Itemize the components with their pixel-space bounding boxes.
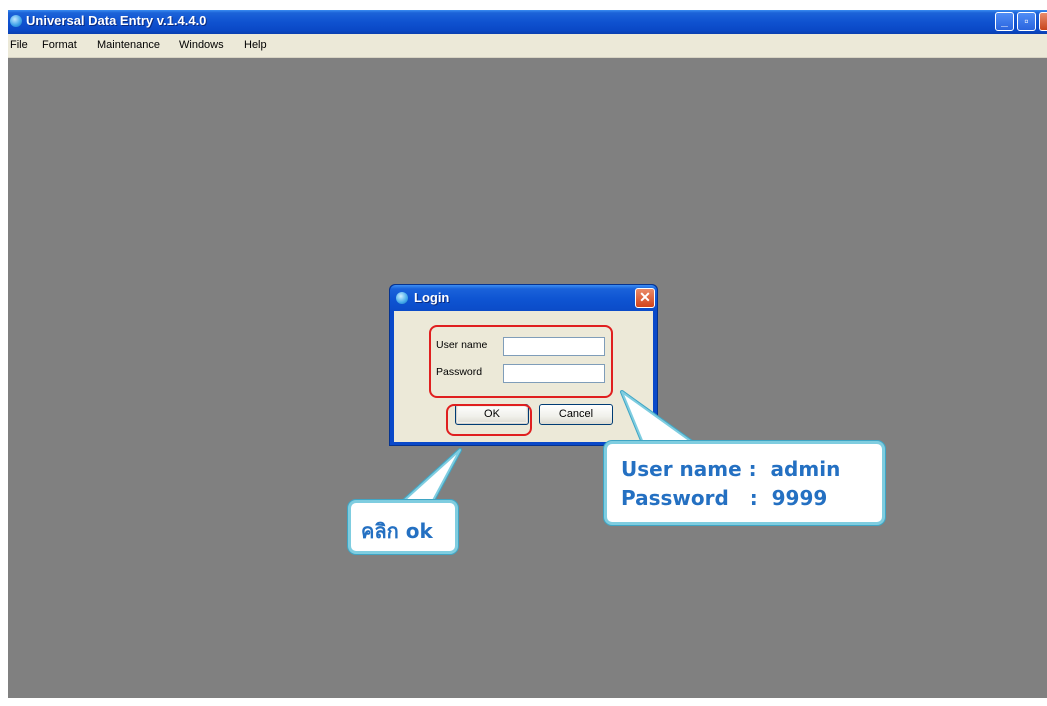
credentials-password-text: Password : 9999 — [621, 486, 828, 510]
login-dialog-title: Login — [414, 290, 450, 305]
credentials-username-text: User name : admin — [621, 457, 841, 481]
menu-help[interactable]: Help — [244, 39, 267, 51]
app-icon — [396, 292, 408, 304]
cancel-button[interactable]: Cancel — [539, 404, 613, 425]
dialog-close-button[interactable]: ✕ — [635, 288, 655, 308]
app-icon — [10, 15, 22, 27]
ok-button-highlight — [446, 404, 532, 436]
restore-button[interactable]: ▫ — [1017, 12, 1036, 31]
menu-file[interactable]: File — [10, 39, 28, 51]
click-ok-callout: คลิก ok — [348, 500, 458, 554]
menu-format[interactable]: Format — [42, 39, 77, 51]
title-bar[interactable]: Universal Data Entry v.1.4.4.0 _ ▫ — [8, 10, 1047, 34]
click-ok-text: คลิก ok — [361, 519, 433, 543]
menu-maintenance[interactable]: Maintenance — [97, 39, 160, 51]
menu-bar: File Format Maintenance Windows Help — [8, 34, 1047, 58]
credentials-highlight — [429, 325, 613, 398]
minimize-button[interactable]: _ — [995, 12, 1014, 31]
credentials-callout: User name : admin Password : 9999 — [604, 441, 885, 525]
login-dialog-titlebar[interactable]: Login ✕ — [390, 285, 657, 311]
close-button[interactable] — [1039, 12, 1047, 31]
menu-windows[interactable]: Windows — [179, 39, 224, 51]
window-title: Universal Data Entry v.1.4.4.0 — [26, 13, 207, 28]
